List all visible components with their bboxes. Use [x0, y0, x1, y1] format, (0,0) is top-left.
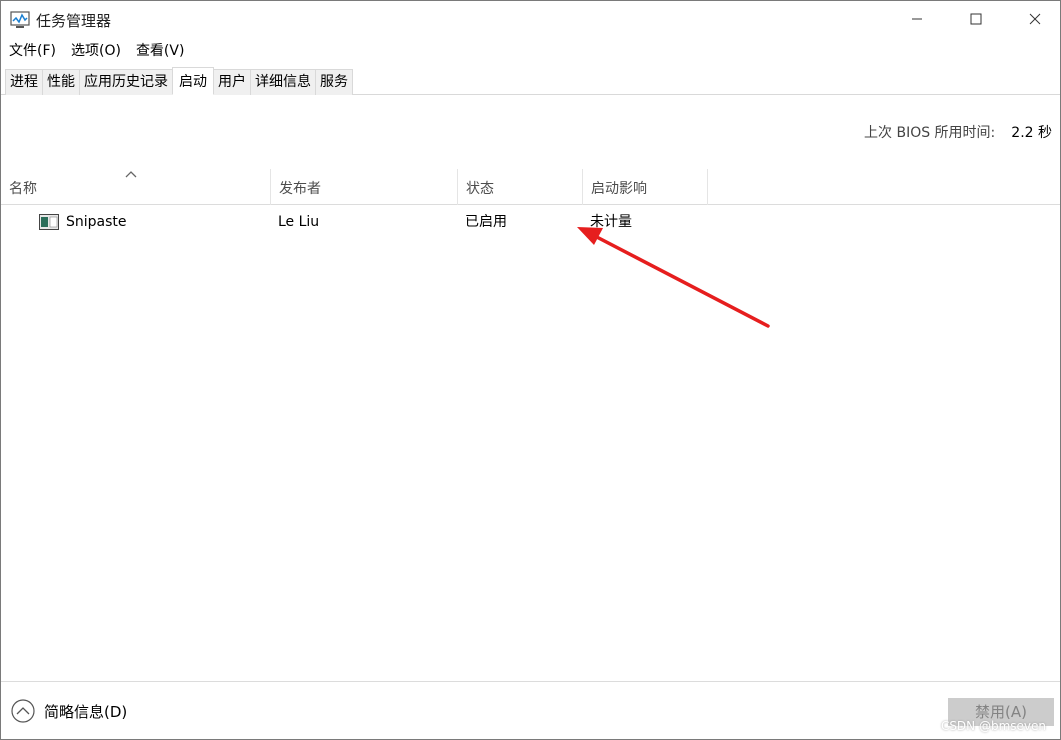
task-manager-window: 任务管理器 文件(F) 选项(O) 查看(V) 进程 性能 应用历史记录 启动 …: [0, 0, 1061, 740]
table-header: 名称 发布者 状态 启动影响: [1, 169, 1060, 205]
column-header-startup-impact[interactable]: 启动影响: [583, 169, 708, 205]
task-manager-icon: [10, 11, 30, 28]
cell-status: 已启用: [465, 214, 507, 230]
cell-publisher: Le Liu: [278, 214, 320, 230]
chevron-up-circle-icon: [11, 699, 35, 723]
column-label-status: 状态: [466, 181, 494, 197]
menu-options[interactable]: 选项(O): [63, 39, 128, 63]
column-header-status[interactable]: 状态: [458, 169, 583, 205]
tab-bar: 进程 性能 应用历史记录 启动 用户 详细信息 服务: [1, 67, 1060, 95]
maximize-button[interactable]: [946, 1, 1006, 37]
bios-time: 上次 BIOS 所用时间: 2.2 秒: [864, 122, 1052, 142]
brief-info-toggle[interactable]: 简略信息(D): [11, 699, 127, 723]
tab-users[interactable]: 用户: [213, 69, 251, 95]
tab-startup[interactable]: 启动: [172, 67, 214, 95]
bios-time-value: 2.2 秒: [1011, 125, 1052, 141]
cell-name: Snipaste: [66, 214, 127, 230]
tab-services[interactable]: 服务: [315, 69, 353, 95]
column-header-publisher[interactable]: 发布者: [271, 169, 458, 205]
watermark: CSDN @bmseven: [940, 719, 1046, 733]
title-bar[interactable]: 任务管理器: [1, 1, 1060, 39]
tab-app-history[interactable]: 应用历史记录: [79, 69, 173, 95]
tab-processes[interactable]: 进程: [5, 69, 43, 95]
minimize-icon: [912, 18, 922, 20]
tab-details[interactable]: 详细信息: [250, 69, 316, 95]
window-title: 任务管理器: [36, 12, 112, 30]
minimize-button[interactable]: [887, 1, 947, 37]
column-label-name: 名称: [9, 181, 37, 197]
red-arrow-annotation: [577, 227, 770, 328]
menu-bar: 文件(F) 选项(O) 查看(V): [1, 39, 1060, 63]
close-icon: [1029, 13, 1041, 25]
column-header-name[interactable]: 名称: [1, 169, 271, 205]
column-label-startup-impact: 启动影响: [591, 181, 647, 197]
table-row[interactable]: Snipaste Le Liu 已启用 未计量: [1, 207, 1060, 237]
footer: 简略信息(D) 禁用(A): [1, 681, 1060, 739]
brief-info-label: 简略信息(D): [44, 702, 128, 721]
menu-file[interactable]: 文件(F): [1, 39, 63, 63]
menu-view[interactable]: 查看(V): [128, 39, 192, 63]
tab-performance[interactable]: 性能: [42, 69, 80, 95]
column-label-publisher: 发布者: [279, 181, 321, 197]
snipaste-app-icon: [39, 214, 59, 230]
maximize-icon: [970, 13, 982, 25]
sort-ascending-icon: [125, 171, 137, 178]
close-button[interactable]: [1005, 1, 1060, 37]
bios-time-label: 上次 BIOS 所用时间:: [864, 125, 996, 141]
